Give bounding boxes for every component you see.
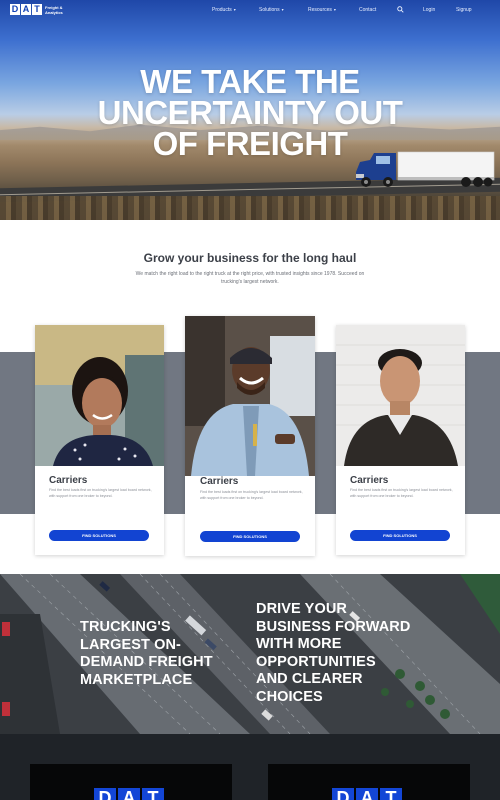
search-icon[interactable] [397,6,404,13]
nav-contact[interactable]: Contact [359,6,376,14]
nav-resources[interactable]: Resources ▾ [308,6,336,14]
solution-card: Carriers Find the best loads first on tr… [35,325,164,555]
marketplace-headline: TRUCKING'S LARGEST ON- DEMAND FREIGHT MA… [80,619,213,689]
hero-desert-brush [0,196,500,220]
headline-line: DEMAND FREIGHT [80,654,213,670]
hero-title: WE TAKE THE UNCERTAINTY OUT OF FREIGHT [0,63,500,162]
headline-line: MARKETPLACE [80,671,193,688]
intro-heading: Grow your business for the long haul [143,251,357,265]
logo-letter: A [118,788,140,800]
nav-resources-label: Resources [308,7,332,13]
find-solutions-button[interactable]: FIND SOLUTIONS [49,530,149,541]
card-title: Carriers [200,476,239,487]
nav-contact-label: Contact [359,7,377,13]
hero-title-line: OF FREIGHT [152,125,348,162]
man-portrait-photo [336,325,465,466]
promo-tile[interactable]: D A T [30,764,232,800]
headline-line: AND CLEARER [256,671,363,687]
drive-business-headline: DRIVE YOUR BUSINESS FORWARD WITH MORE OP… [256,601,410,706]
woman-portrait-photo [35,325,164,466]
logo-letter: D [332,788,354,800]
chevron-down-icon: ▾ [233,7,236,12]
logo-letter: T [380,788,402,800]
aerial-highway-section: TRUCKING'S LARGEST ON- DEMAND FREIGHT MA… [0,574,500,734]
solution-card: Carriers Find the best loads first on tr… [185,316,315,556]
find-solutions-button[interactable]: FIND SOLUTIONS [200,531,300,542]
headline-line: WITH MORE [256,636,342,652]
hero-title-line: WE TAKE THE [140,63,360,100]
solution-card: Carriers Find the best loads first on tr… [336,325,465,555]
intro-text: We match the right load to the right tru… [135,271,365,285]
headline-line: OPPORTUNITIES [256,653,376,670]
logo-letter: A [356,788,378,800]
nav-solutions-label: Solutions [259,7,280,13]
promo-tile[interactable]: D A T [268,764,470,800]
hero-banner: D A T Freight & Analytics Products ▾ Solu… [0,0,500,220]
find-solutions-button[interactable]: FIND SOLUTIONS [350,530,450,541]
nav-products[interactable]: Products ▾ [212,6,236,14]
chevron-down-icon: ▾ [333,7,336,12]
dat-logo: D A T [332,788,402,800]
nav-solutions[interactable]: Solutions ▾ [259,6,284,14]
aerial-highway-image [0,574,500,734]
chevron-down-icon: ▾ [281,7,284,12]
card-title: Carriers [350,475,389,486]
headline-line: TRUCKING'S [80,619,171,635]
hero-title-line: UNCERTAINTY OUT [97,94,403,131]
card-description: Find the best loads first on trucking's … [350,488,453,498]
top-navigation: D A T Freight & Analytics Products ▾ Solu… [0,0,500,20]
truck-driver-portrait-photo [185,316,315,476]
headline-line: CHOICES [256,688,323,705]
nav-products-label: Products [212,7,232,13]
dat-logo: D A T [94,788,164,800]
nav-login[interactable]: Login [423,6,435,14]
logo-letter: D [94,788,116,800]
logo-letter: T [142,788,164,800]
headline-line: BUSINESS FORWARD [256,618,411,635]
nav-signup[interactable]: Signup [456,6,472,14]
card-description: Find the best loads first on trucking's … [200,490,303,500]
headline-line: DRIVE YOUR [256,601,347,617]
card-description: Find the best loads first on trucking's … [49,488,152,498]
headline-line: LARGEST ON- [80,636,181,653]
card-title: Carriers [49,475,88,486]
